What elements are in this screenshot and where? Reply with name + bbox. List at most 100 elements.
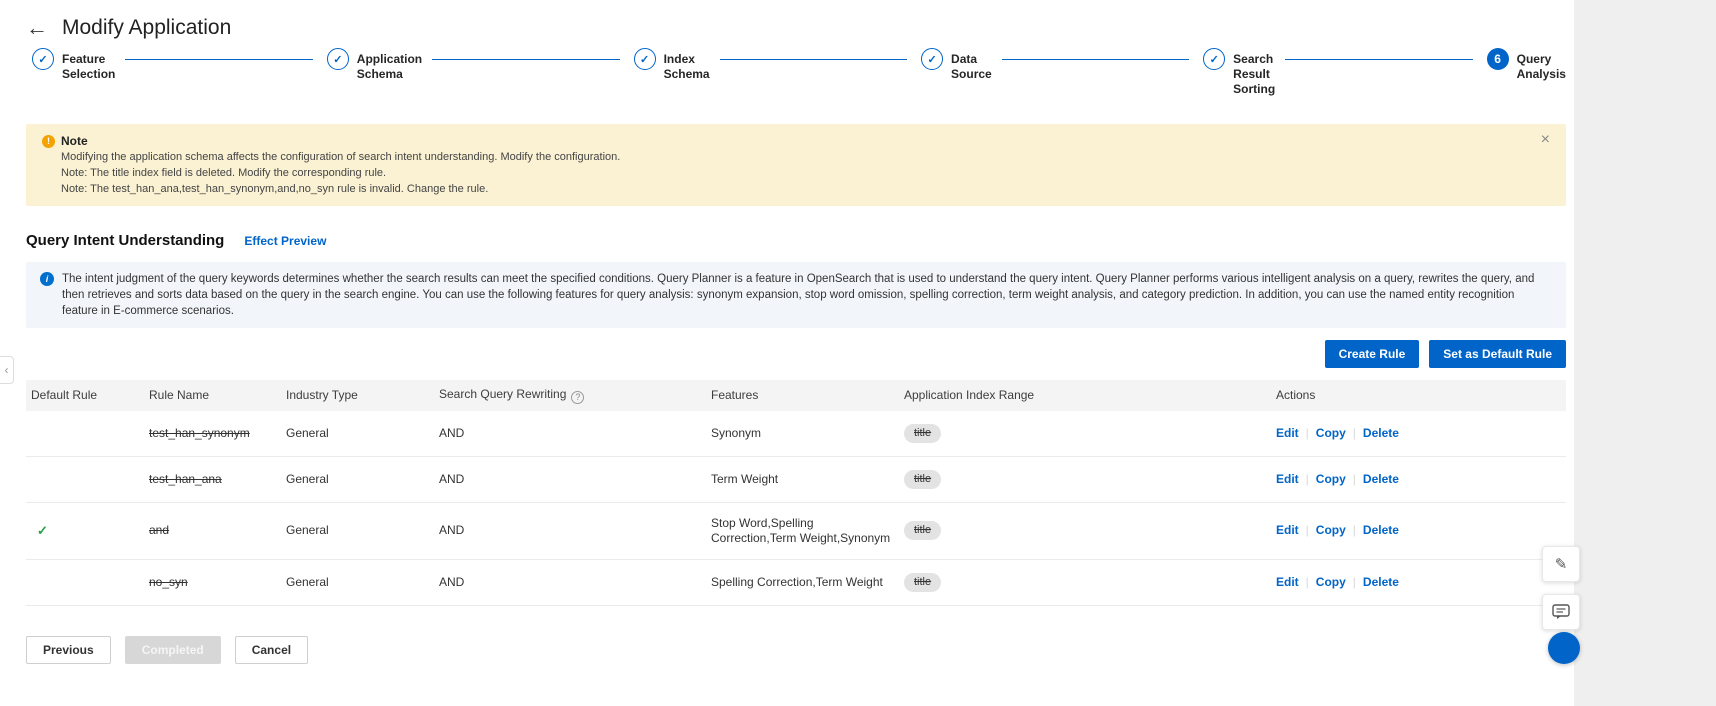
copy-link[interactable]: Copy bbox=[1316, 523, 1346, 537]
index-range-badge: title bbox=[904, 573, 941, 592]
default-rule-cell: ✓ bbox=[26, 502, 144, 559]
industry-type-cell: General bbox=[281, 502, 434, 559]
actions-cell: Edit|Copy|Delete bbox=[1271, 411, 1566, 457]
delete-link[interactable]: Delete bbox=[1363, 426, 1399, 440]
step-data-source[interactable]: ✓ Data Source bbox=[921, 48, 992, 82]
features-cell: Synonym bbox=[706, 411, 899, 457]
query-rewriting-cell: AND bbox=[434, 502, 706, 559]
col-industry-type: Industry Type bbox=[281, 380, 434, 411]
step-label-line: Index bbox=[664, 52, 710, 67]
table-row: test_han_synonym General AND Synonym tit… bbox=[26, 411, 1566, 457]
step-label-line: Selection bbox=[62, 67, 115, 82]
rule-name: test_han_synonym bbox=[149, 426, 250, 440]
delete-link[interactable]: Delete bbox=[1363, 472, 1399, 486]
delete-link[interactable]: Delete bbox=[1363, 523, 1399, 537]
separator: | bbox=[1306, 575, 1309, 589]
step-done-circle: ✓ bbox=[921, 48, 943, 70]
edit-link[interactable]: Edit bbox=[1276, 523, 1299, 537]
industry-type-cell: General bbox=[281, 456, 434, 502]
rule-name-cell: no_syn bbox=[144, 559, 281, 605]
page-header: ← Modify Application bbox=[26, 0, 1566, 44]
step-connector bbox=[1002, 59, 1189, 60]
step-query-analysis[interactable]: 6 Query Analysis bbox=[1487, 48, 1566, 82]
collapse-panel-handle[interactable]: ‹ bbox=[0, 356, 14, 384]
step-search-result-sorting[interactable]: ✓ Search Result Sorting bbox=[1203, 48, 1275, 97]
actions-cell: Edit | Copy | Delete bbox=[1271, 456, 1566, 502]
edit-link[interactable]: Edit bbox=[1276, 472, 1299, 486]
info-banner: i The intent judgment of the query keywo… bbox=[26, 262, 1566, 328]
note-line: Modifying the application schema affects… bbox=[61, 150, 1526, 164]
col-rule-name: Rule Name bbox=[144, 380, 281, 411]
col-default-rule: Default Rule bbox=[26, 380, 144, 411]
chevron-left-icon: ‹ bbox=[5, 363, 9, 377]
index-range-badge: title bbox=[904, 521, 941, 540]
step-label: Index Schema bbox=[664, 48, 710, 82]
right-gutter bbox=[1574, 0, 1716, 706]
cancel-button[interactable]: Cancel bbox=[235, 636, 308, 664]
section-title: Query Intent Understanding bbox=[26, 232, 224, 249]
copy-link[interactable]: Copy bbox=[1316, 575, 1346, 589]
step-connector bbox=[432, 59, 619, 60]
col-features: Features bbox=[706, 380, 899, 411]
step-index-schema[interactable]: ✓ Index Schema bbox=[634, 48, 710, 82]
step-connector bbox=[1285, 59, 1472, 60]
col-label: Search Query Rewriting bbox=[439, 387, 566, 401]
close-icon: × bbox=[1541, 131, 1550, 148]
edit-link[interactable]: Edit bbox=[1276, 575, 1299, 589]
modify-application-page: ← Modify Application ✓ Feature Selection… bbox=[0, 0, 1592, 664]
page-title: Modify Application bbox=[62, 16, 231, 40]
check-icon: ✓ bbox=[38, 53, 47, 66]
rule-name-cell: test_han_synonym bbox=[144, 411, 281, 457]
actions-cell: Edit|Copy|Delete bbox=[1271, 502, 1566, 559]
index-range-badge: title bbox=[904, 470, 941, 489]
col-search-query-rewriting: Search Query Rewriting? bbox=[434, 380, 706, 411]
step-done-circle: ✓ bbox=[32, 48, 54, 70]
step-label-line: Schema bbox=[664, 67, 710, 82]
separator: | bbox=[1353, 472, 1356, 486]
edit-float-button[interactable]: ✎ bbox=[1542, 546, 1580, 582]
effect-preview-link[interactable]: Effect Preview bbox=[244, 234, 326, 248]
set-default-rule-button[interactable]: Set as Default Rule bbox=[1429, 340, 1566, 368]
delete-link[interactable]: Delete bbox=[1363, 575, 1399, 589]
copy-link[interactable]: Copy bbox=[1316, 426, 1346, 440]
copy-link[interactable]: Copy bbox=[1316, 472, 1346, 486]
rules-table: Default Rule Rule Name Industry Type Sea… bbox=[26, 380, 1566, 606]
wizard-footer: Previous Completed Cancel bbox=[26, 636, 1566, 664]
edit-link[interactable]: Edit bbox=[1276, 426, 1299, 440]
step-feature-selection[interactable]: ✓ Feature Selection bbox=[32, 48, 115, 82]
help-icon[interactable]: ? bbox=[571, 391, 584, 404]
default-rule-cell bbox=[26, 456, 144, 502]
create-rule-button[interactable]: Create Rule bbox=[1325, 340, 1420, 368]
step-label-line: Feature bbox=[62, 52, 115, 67]
feedback-float-button[interactable] bbox=[1542, 594, 1580, 630]
query-rewriting-cell: AND bbox=[434, 456, 706, 502]
default-check-icon: ✓ bbox=[31, 523, 48, 538]
pencil-icon: ✎ bbox=[1555, 555, 1568, 573]
step-application-schema[interactable]: ✓ Application Schema bbox=[327, 48, 422, 82]
previous-button[interactable]: Previous bbox=[26, 636, 111, 664]
step-label-line: Analysis bbox=[1517, 67, 1566, 82]
check-icon: ✓ bbox=[1210, 53, 1219, 66]
rules-toolbar: Create Rule Set as Default Rule bbox=[26, 340, 1566, 368]
actions-cell: Edit|Copy|Delete bbox=[1271, 559, 1566, 605]
step-label-line: Source bbox=[951, 67, 992, 82]
index-range-cell: title bbox=[899, 559, 1271, 605]
assistant-float-button[interactable] bbox=[1548, 632, 1580, 664]
step-label-line: Query bbox=[1517, 52, 1566, 67]
note-title: Note bbox=[61, 134, 88, 148]
note-line: Note: The title index field is deleted. … bbox=[61, 166, 1526, 180]
table-row: no_syn General AND Spelling Correction,T… bbox=[26, 559, 1566, 605]
separator: | bbox=[1353, 426, 1356, 440]
separator: | bbox=[1306, 472, 1309, 486]
rule-name: no_syn bbox=[149, 575, 188, 589]
completed-button: Completed bbox=[125, 636, 221, 664]
rule-name: and bbox=[149, 523, 169, 537]
industry-type-cell: General bbox=[281, 411, 434, 457]
default-rule-cell bbox=[26, 559, 144, 605]
default-rule-cell bbox=[26, 411, 144, 457]
back-button[interactable]: ← bbox=[26, 17, 48, 39]
step-label-line: Schema bbox=[357, 67, 422, 82]
step-label-line: Search bbox=[1233, 52, 1275, 67]
index-range-badge: title bbox=[904, 424, 941, 443]
note-close-button[interactable]: × bbox=[1541, 132, 1550, 148]
